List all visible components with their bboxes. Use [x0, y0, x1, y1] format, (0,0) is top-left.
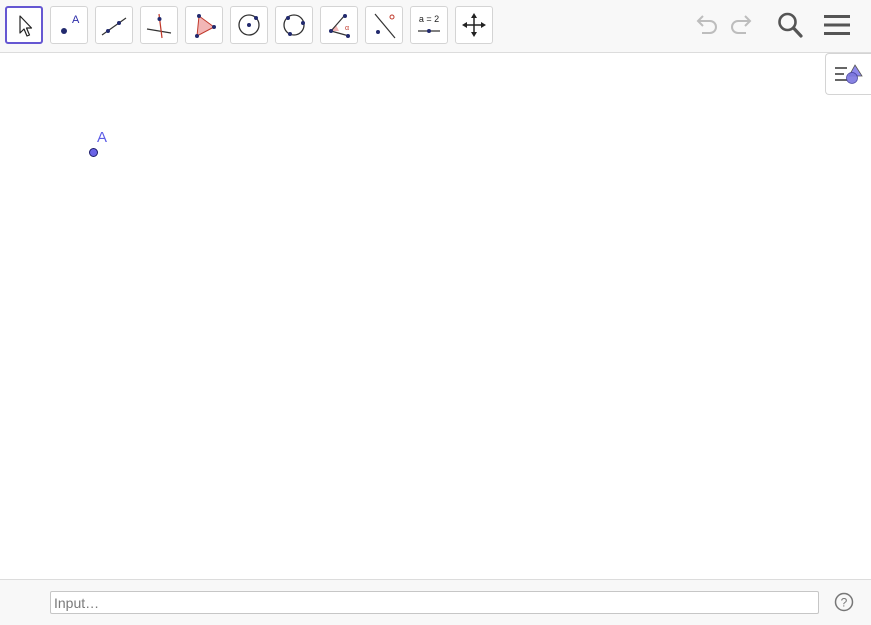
point-icon: A: [61, 14, 80, 34]
circle-center-icon: [238, 14, 260, 36]
help-button[interactable]: ?: [834, 592, 854, 612]
undo-button[interactable]: [689, 8, 723, 42]
redo-button[interactable]: [725, 8, 759, 42]
hamburger-menu-icon: [824, 15, 850, 35]
polygon-tool-button[interactable]: [185, 6, 223, 44]
graphics-view[interactable]: [0, 53, 871, 579]
circle-three-points-tool-button[interactable]: [275, 6, 313, 44]
svg-text:α: α: [345, 25, 349, 32]
search-icon: [778, 12, 803, 38]
svg-text:A: A: [72, 14, 80, 26]
perpendicular-line-tool-button[interactable]: [140, 6, 178, 44]
slider-icon: a = 2: [418, 14, 440, 33]
input-bar: ?: [0, 579, 871, 625]
slider-tool-button[interactable]: a = 2: [410, 6, 448, 44]
undo-icon: [696, 15, 717, 34]
point-tool-button[interactable]: A: [50, 6, 88, 44]
perpendicular-line-icon: [146, 13, 172, 39]
search-button[interactable]: [773, 8, 807, 42]
point-a[interactable]: [89, 148, 98, 157]
cursor-arrow-icon: [19, 15, 33, 37]
svg-text:?: ?: [841, 596, 848, 610]
angle-tool-button[interactable]: α: [320, 6, 358, 44]
algebra-input-field[interactable]: [50, 591, 819, 614]
help-icon: ?: [834, 592, 854, 612]
point-a-label: A: [97, 129, 108, 146]
reflect-about-line-icon: [374, 13, 396, 39]
style-bar-toggle-button[interactable]: [825, 53, 871, 95]
move-graphics-view-tool-button[interactable]: [455, 6, 493, 44]
style-bar-toggle-icon: [834, 64, 863, 84]
move-arrows-icon: [462, 13, 486, 37]
move-tool-button[interactable]: [5, 6, 43, 44]
redo-icon: [731, 15, 752, 34]
circle-center-point-tool-button[interactable]: [230, 6, 268, 44]
polygon-icon: [195, 14, 216, 38]
line-tool-button[interactable]: [95, 6, 133, 44]
reflect-about-line-tool-button[interactable]: [365, 6, 403, 44]
svg-text:a = 2: a = 2: [419, 14, 439, 24]
line-through-points-icon: [101, 17, 127, 36]
toolbar: A α a = 2: [0, 0, 871, 53]
circle-three-points-icon: [283, 14, 305, 36]
angle-icon: α: [329, 14, 350, 38]
main-menu-button[interactable]: [820, 8, 854, 42]
